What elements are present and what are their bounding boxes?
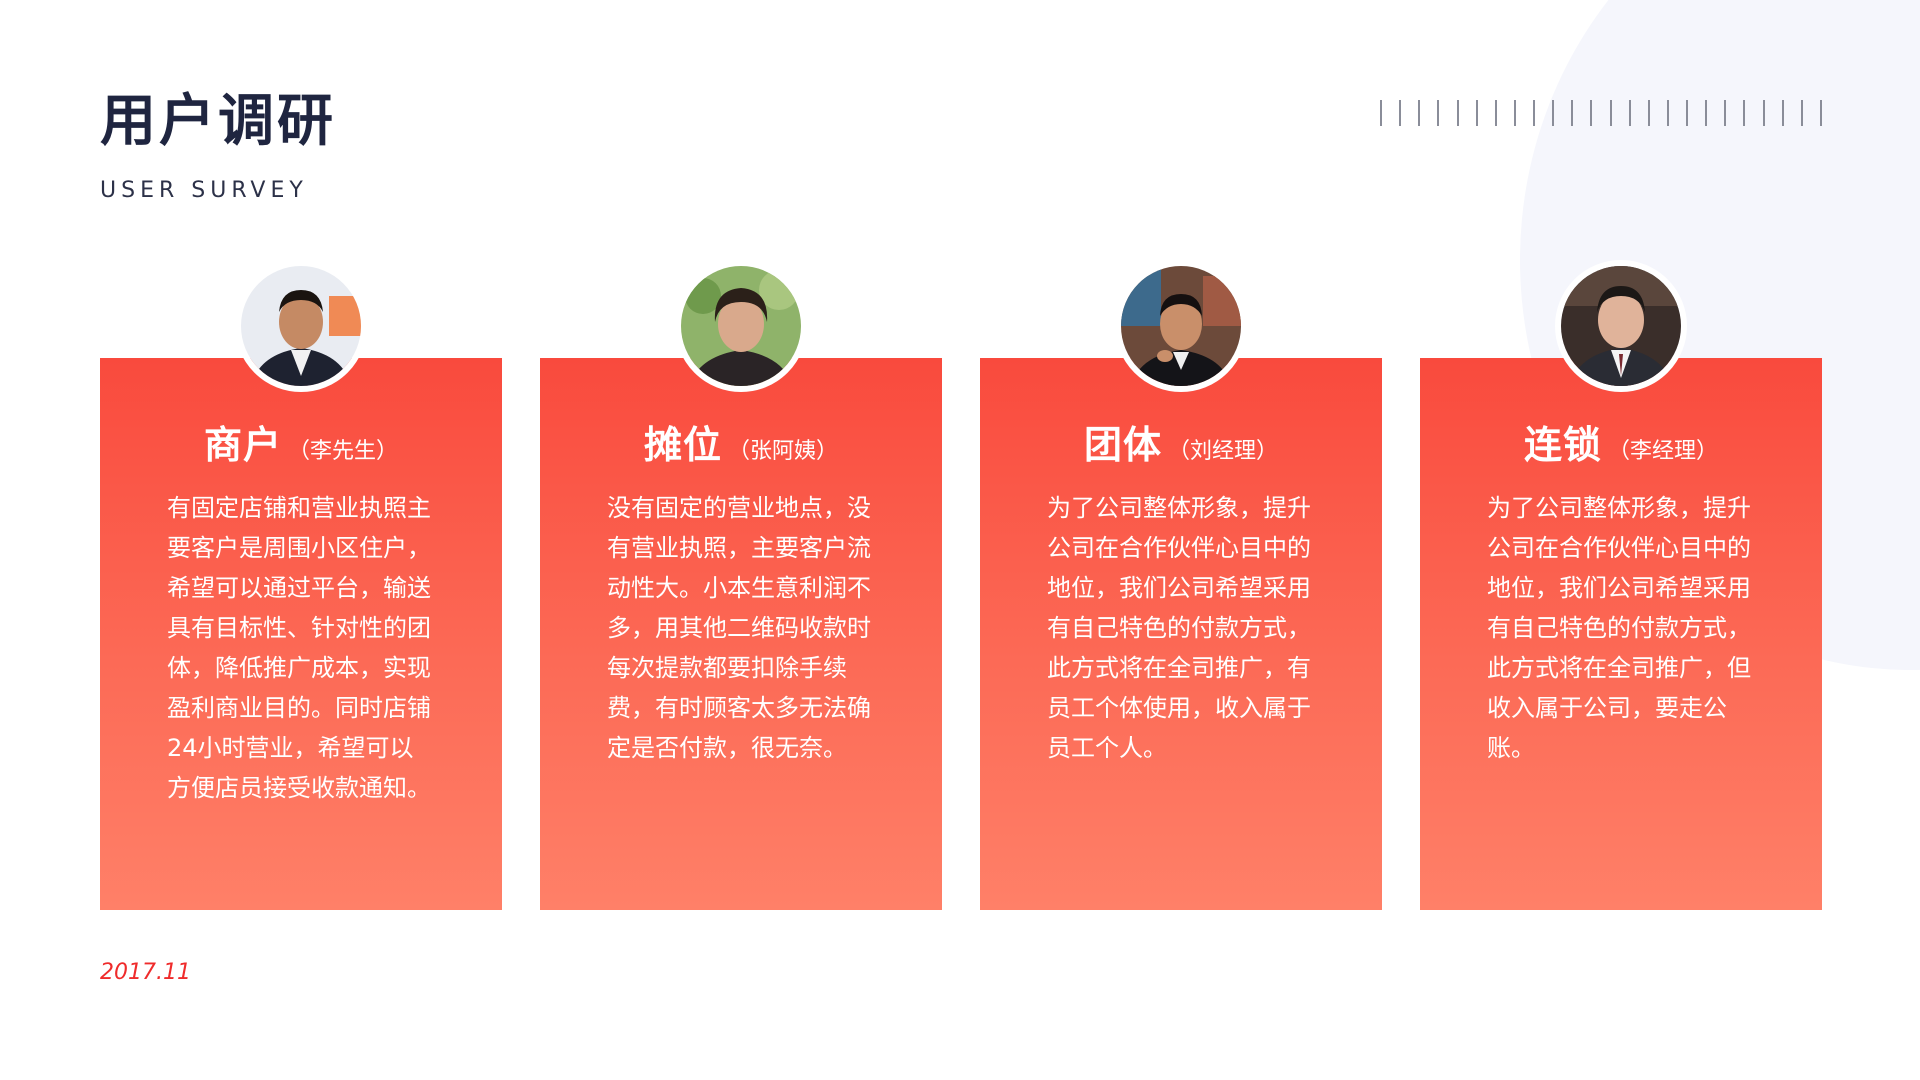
card-role: 商户 <box>203 423 282 467</box>
avatar <box>1115 260 1247 392</box>
avatar <box>675 260 807 392</box>
page-subtitle: USER SURVEY <box>100 178 308 203</box>
avatar <box>235 260 367 392</box>
survey-card-stall: 摊位 （张阿姨） 没有固定的营业地点，没有营业执照，主要客户流动性大。小本生意利润… <box>540 260 942 910</box>
avatar <box>1555 260 1687 392</box>
survey-card-merchant: 商户 （李先生） 有固定店铺和营业执照主要客户是周围小区住户，希望可以通过平台，输… <box>100 260 502 910</box>
card-person: （张阿姨） <box>728 439 839 464</box>
slide: 用户调研 USER SURVEY 商户 （李先生） 有固定店铺和营业执照主要客户是… <box>0 0 1920 1080</box>
survey-card-group: 团体 （刘经理） 为了公司整体形象，提升公司在合作伙伴心目中的地位，我们公司希望采… <box>980 260 1382 910</box>
person-photo-icon <box>241 266 361 386</box>
person-photo-icon <box>1561 266 1681 386</box>
card-person: （李先生） <box>288 439 399 464</box>
footer-date: 2017.11 <box>100 960 191 985</box>
card-role: 连锁 <box>1523 423 1602 467</box>
card-description: 有固定店铺和营业执照主要客户是周围小区住户，希望可以通过平台，输送具有目标性、针… <box>167 494 431 802</box>
card-person: （李经理） <box>1608 439 1719 464</box>
card-description: 为了公司整体形象，提升公司在合作伙伴心目中的地位，我们公司希望采用有自己特色的付… <box>1047 494 1311 762</box>
card-role: 摊位 <box>643 423 722 467</box>
person-photo-icon <box>681 266 801 386</box>
person-photo-icon <box>1121 266 1241 386</box>
card-person: （刘经理） <box>1168 439 1279 464</box>
card-role: 团体 <box>1083 423 1162 467</box>
decorative-tick-row <box>1380 100 1822 126</box>
page-title: 用户调研 <box>100 89 336 154</box>
card-description: 为了公司整体形象，提升公司在合作伙伴心目中的地位，我们公司希望采用有自己特色的付… <box>1487 494 1751 762</box>
card-description: 没有固定的营业地点，没有营业执照，主要客户流动性大。小本生意利润不多，用其他二维… <box>607 494 871 762</box>
survey-card-chain: 连锁 （李经理） 为了公司整体形象，提升公司在合作伙伴心目中的地位，我们公司希望采… <box>1420 260 1822 910</box>
